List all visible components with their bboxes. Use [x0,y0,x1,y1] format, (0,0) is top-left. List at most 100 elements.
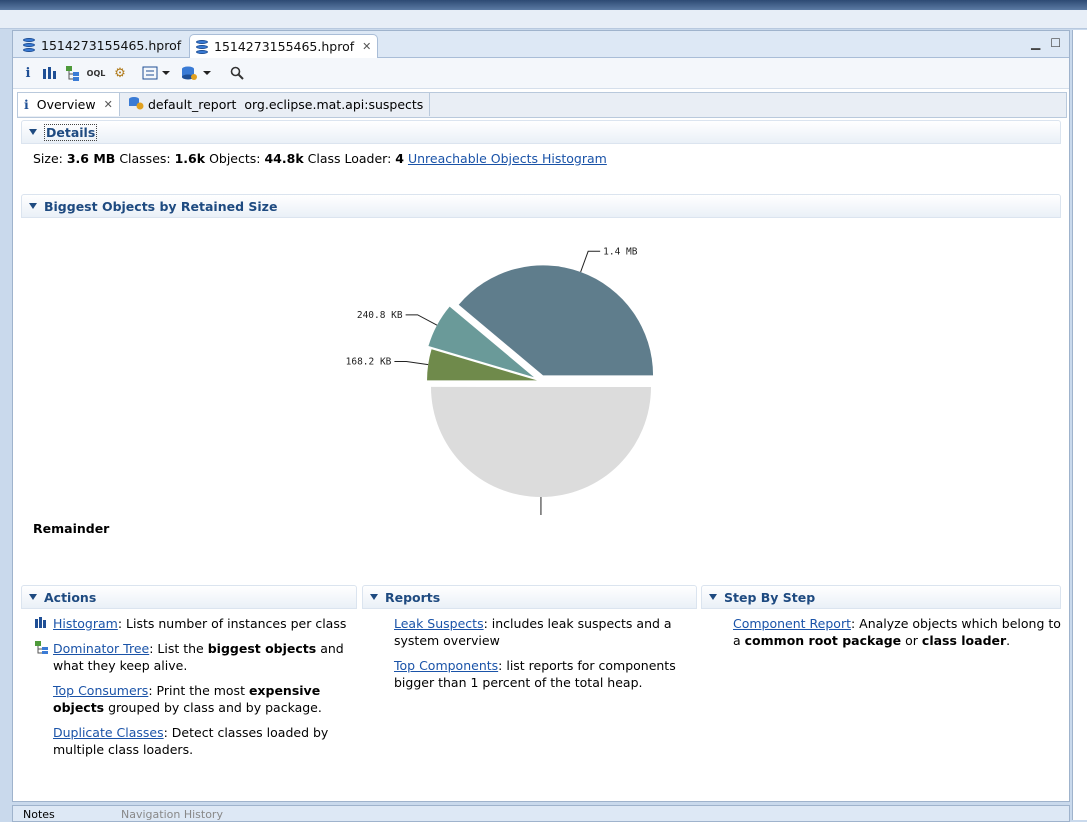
reports-section-header[interactable]: Reports [362,585,697,609]
histogram-link[interactable]: Histogram [53,616,118,631]
query-browser-icon[interactable] [141,64,171,82]
tab-notes[interactable]: Notes [23,808,55,821]
details-section-header[interactable]: Details [21,120,1061,144]
slice-value-label: 1.8 MB [556,514,591,515]
slice-value-label: 1.4 MB [603,246,638,257]
duplicate-classes-desc: : Detect classes loaded by [163,725,329,740]
histogram-desc: : Lists number of instances per class [117,616,347,631]
expand-triangle-icon [29,594,37,600]
dominator-desc-line2: what they keep alive. [53,658,188,673]
tab-navigation-history[interactable]: Navigation History [121,808,223,821]
actions-section-header[interactable]: Actions [21,585,357,609]
tab-default-report-label: default_report org.eclipse.mat.api:suspe… [148,97,424,112]
top-consumers-desc-b: grouped by class and by package. [104,700,322,715]
gear-icon[interactable]: ⚙ [111,64,129,82]
report-top-components: Top Components: list reports for compone… [394,657,694,691]
top-consumers-desc-a: : Print the most [148,683,249,698]
database-icon [23,38,35,52]
slice-value-label: 240.8 KB [357,310,403,321]
tab-overview-label: Overview [36,97,96,112]
action-dominator-tree: Dominator Tree: List the biggest objects… [53,640,353,674]
objects-value: 44.8k [264,151,304,166]
pie-slice[interactable] [430,386,651,498]
histogram-icon[interactable] [41,64,57,82]
expand-triangle-icon [29,203,37,209]
dominator-desc-b: and [316,641,344,656]
info-icon: i [24,97,29,112]
unreachable-objects-histogram-link[interactable]: Unreachable Objects Histogram [408,151,607,166]
histogram-icon [35,617,47,631]
component-report-desc: : Analyze objects which belong to [850,616,1061,631]
dominator-tree-icon [35,641,49,658]
classes-label: Classes: [119,151,171,166]
component-report-desc-a: a [733,633,745,648]
minimize-icon[interactable]: ▁ [1031,36,1040,50]
window-buttons: ▁ ☐ [1031,36,1061,50]
class-loader-label: Class Loader: [307,151,392,166]
editor-tab-label: 1514273155465.hprof [41,37,182,53]
component-report-link[interactable]: Component Report [733,616,851,631]
size-value: 3.6 MB [66,151,116,166]
step-component-report: Component Report: Analyze objects which … [733,615,1063,649]
component-report-bold1: common root package [744,633,902,648]
biggest-objects-title: Biggest Objects by Retained Size [44,198,278,214]
actions-title: Actions [44,589,97,605]
slice-leader-line [394,360,429,366]
window-title-strip [0,0,1087,10]
classes-value: 1.6k [174,151,206,166]
action-histogram: Histogram: Lists number of instances per… [53,615,353,632]
tab-default-report[interactable]: default_report org.eclipse.mat.api:suspe… [122,93,431,116]
editor-tabbar: 1514273155465.hprof 1514273155465.hprof … [13,31,1069,58]
editor-panel: 1514273155465.hprof 1514273155465.hprof … [12,30,1070,802]
expand-triangle-icon [29,129,37,135]
editor-tab-2[interactable]: 1514273155465.hprof ✕ [189,34,379,58]
leak-suspects-desc: : includes leak suspects and a [483,616,672,631]
report-leak-suspects: Leak Suspects: includes leak suspects an… [394,615,694,649]
top-components-desc: : list reports for components [498,658,676,673]
expand-triangle-icon [370,594,378,600]
duplicate-classes-desc-line2: multiple class loaders. [53,742,194,757]
selected-slice-label: Remainder [33,521,110,536]
action-duplicate-classes: Duplicate Classes: Detect classes loaded… [53,724,353,758]
maximize-icon[interactable]: ☐ [1050,36,1061,50]
window-toolbar-strip [0,10,1087,29]
top-consumers-link[interactable]: Top Consumers [53,683,148,698]
size-label: Size: [33,151,63,166]
dominator-desc-bold: biggest objects [207,641,317,656]
expand-triangle-icon [709,594,717,600]
leak-suspects-desc-line2: system overview [394,633,500,648]
reports-title: Reports [385,589,441,605]
duplicate-classes-link[interactable]: Duplicate Classes [53,725,164,740]
close-icon[interactable]: ✕ [104,98,113,111]
info-icon[interactable]: i [21,64,35,82]
tab-overview[interactable]: i Overview ✕ [18,93,120,116]
step-by-step-title: Step By Step [724,589,816,605]
top-consumers-bold2: objects [53,700,105,715]
slice-value-label: 168.2 KB [346,356,392,367]
dominator-desc-a: : List the [149,641,208,656]
action-top-consumers: Top Consumers: Print the most expensive … [53,682,353,716]
component-report-bold2: class loader [921,633,1007,648]
oql-icon[interactable]: OQL [87,64,106,82]
slice-leader-line [580,250,601,273]
class-loader-value: 4 [395,151,404,166]
dominator-tree-link[interactable]: Dominator Tree [53,641,149,656]
top-consumers-bold1: expensive [248,683,321,698]
editor-toolbar: i OQL ⚙ [13,58,1069,89]
close-icon[interactable]: ✕ [362,40,371,53]
editor-tab-1[interactable]: 1514273155465.hprof [17,34,187,56]
dominator-tree-icon[interactable] [65,64,81,82]
search-icon[interactable] [229,64,245,82]
top-components-desc-line2: bigger than 1 percent of the total heap. [394,675,643,690]
leak-suspects-link[interactable]: Leak Suspects [394,616,484,631]
details-line: Size: 3.6 MB Classes: 1.6k Objects: 44.8… [33,150,607,167]
database-icon [196,39,208,54]
heap-dump-icon[interactable] [181,64,211,82]
component-report-desc-c: . [1006,633,1011,648]
top-components-link[interactable]: Top Components [394,658,498,673]
inner-tabbar: i Overview ✕ default_report org.eclipse.… [17,92,1067,118]
slice-leader-line [405,314,438,326]
step-by-step-section-header[interactable]: Step By Step [701,585,1061,609]
details-title: Details [44,123,98,141]
right-side-panel [1072,30,1087,820]
